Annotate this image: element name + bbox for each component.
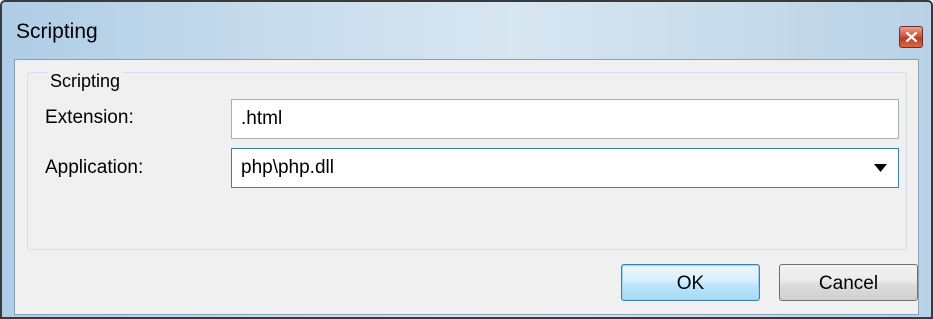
group-label: Scripting [48,71,123,92]
extension-value: .html [241,108,283,129]
scripting-dialog: Scripting Scripting Extension: .html App… [0,0,933,319]
application-dropdown[interactable]: php\php.dll [231,148,899,188]
cancel-button[interactable]: Cancel [779,264,918,301]
extension-field[interactable]: .html [231,99,899,139]
cancel-button-label: Cancel [818,273,879,294]
application-label: Application: [45,157,144,178]
close-button[interactable] [899,26,923,48]
ok-button[interactable]: OK [621,264,760,301]
close-icon [906,32,917,42]
window-title: Scripting [16,20,98,43]
chevron-down-icon[interactable] [874,164,887,172]
scripting-group: Scripting Extension: .html Application: … [27,71,907,250]
extension-label: Extension: [45,107,134,128]
application-value: php\php.dll [241,157,334,178]
title-bar[interactable]: Scripting [2,2,931,58]
ok-button-label: OK [676,273,705,294]
dialog-body: Scripting Extension: .html Application: … [14,59,919,315]
